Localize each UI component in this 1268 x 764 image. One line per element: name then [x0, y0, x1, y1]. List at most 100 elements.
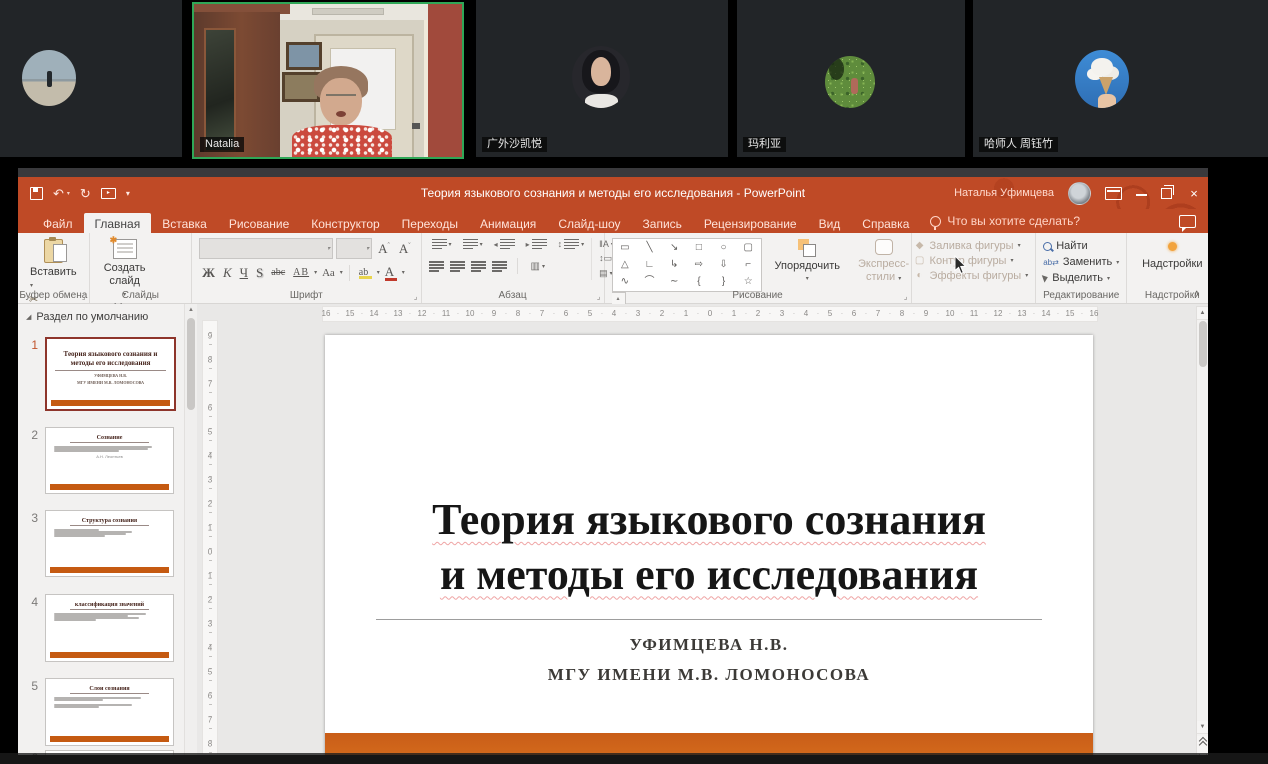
undo-dropdown-icon[interactable]: ▾ [67, 190, 70, 197]
arc-shape-icon[interactable]: ⌒ [645, 277, 655, 287]
align-right-button[interactable] [471, 261, 486, 271]
grow-font-button[interactable]: Аˆ [375, 241, 393, 257]
slide-thumbnail-box[interactable]: Теория языкового сознания и методы его и… [45, 337, 176, 411]
slide-thumbnail-box[interactable]: Слои сознания [45, 678, 174, 746]
v-ruler-number: 2 [203, 500, 217, 509]
slide-author[interactable]: УФИМЦЕВА Н.В. [325, 635, 1093, 655]
font-name-combobox[interactable]: ▾ [199, 238, 333, 259]
participant-tile-1[interactable] [0, 0, 182, 157]
v-ruler-number: 2 [203, 596, 217, 605]
undo-icon[interactable]: ↶ [53, 187, 64, 200]
slide-thumbnail-box[interactable]: Структура сознания [45, 510, 174, 577]
justify-button[interactable] [492, 261, 507, 271]
star-shape-icon[interactable]: ☆ [744, 277, 753, 287]
participant-tile-3[interactable]: 玛利亚 [737, 0, 965, 157]
participant-tile-natalia[interactable]: Natalia [192, 2, 464, 159]
addins-button[interactable]: Надстройки [1134, 238, 1208, 271]
oval-shape-icon[interactable]: ○ [721, 243, 727, 253]
shape-outline-button[interactable]: ▢Контур фигуры▾ [914, 253, 1029, 268]
close-button[interactable]: × [1186, 186, 1202, 201]
rounded-rectangle-shape-icon[interactable]: ▢ [743, 243, 752, 253]
shrink-font-button[interactable]: Аˇ [396, 241, 414, 257]
text-box-shape-icon[interactable]: ▭ [620, 243, 629, 253]
curve-shape-icon[interactable]: ∼ [670, 277, 678, 287]
editing-group: Найти ab⇄Заменить▾ Выделить▾ Редактирова… [1036, 233, 1127, 303]
h-ruler-tick: · [961, 309, 964, 318]
previous-slide-button[interactable] [1197, 736, 1208, 751]
slide-thumbnail-box[interactable]: СознаниеА.Н. Леонтьев [45, 427, 174, 494]
right-brace-shape-icon[interactable]: } [722, 277, 725, 287]
customize-qat-icon[interactable]: ▾ [126, 189, 131, 198]
save-icon[interactable] [30, 187, 43, 200]
text-highlight-button[interactable]: ab [356, 267, 375, 279]
snip-corner-rectangle-shape-icon[interactable]: ⌐ [745, 260, 751, 270]
italic-button[interactable]: К [220, 265, 235, 281]
shape-fill-button[interactable]: ◆Заливка фигуры▾ [914, 238, 1029, 253]
font-dialog-launcher-icon[interactable]: ⌟ [414, 292, 418, 301]
shapes-gallery[interactable]: ▭ ╲ ↘ □ ○ ▢ △ ∟ ↳ ⇨ ⇩ ⌐ ∿ ⌒ ∼ {} ☆ [612, 238, 762, 292]
thumbnail-text-line [54, 450, 119, 452]
slide-affiliation[interactable]: МГУ ИМЕНИ М.В. ЛОМОНОСОВА [325, 665, 1093, 685]
down-arrow-shape-icon[interactable]: ⇩ [719, 260, 727, 270]
select-button[interactable]: Выделить▾ [1043, 270, 1119, 286]
font-color-button[interactable]: А [382, 264, 400, 281]
section-header[interactable]: ◢ Раздел по умолчанию [26, 311, 148, 323]
slide-scrollbar[interactable]: ▲ ▼ [1196, 306, 1208, 755]
shape-effects-icon: ◐ [914, 270, 926, 281]
comments-icon[interactable] [1179, 215, 1196, 228]
slide-thumbnail-box[interactable]: классификация значений [45, 594, 174, 662]
collapse-ribbon-icon[interactable]: ∧ [1193, 288, 1200, 299]
align-left-button[interactable] [429, 261, 444, 271]
bullets-button[interactable]: ▾ [429, 238, 455, 250]
numbering-button[interactable]: ▾ [460, 238, 486, 250]
slide-title[interactable]: Теория языкового сознания и методы его и… [325, 493, 1093, 602]
find-button[interactable]: Найти [1043, 238, 1119, 254]
left-brace-shape-icon[interactable]: { [697, 277, 700, 287]
slideshow-icon[interactable]: ▸ [101, 188, 116, 199]
change-case-button[interactable]: Аа [319, 267, 338, 279]
paragraph-dialog-launcher-icon[interactable]: ⌟ [597, 292, 601, 301]
rectangle-shape-icon[interactable]: □ [696, 243, 702, 253]
shape-effects-button[interactable]: ◐Эффекты фигуры▾ [914, 268, 1029, 283]
scrollbar-thumb[interactable] [1199, 321, 1207, 367]
isosceles-triangle-shape-icon[interactable]: △ [621, 260, 629, 270]
clipboard-dialog-launcher-icon[interactable]: ⌟ [82, 292, 86, 301]
increase-indent-button[interactable]: ▸ [523, 238, 550, 250]
account-name[interactable]: Наталья Уфимцева [954, 187, 1054, 199]
line-shape-icon[interactable]: ╲ [647, 243, 653, 253]
account-avatar[interactable] [1068, 182, 1091, 205]
right-arrow-shape-icon[interactable]: ⇨ [695, 260, 703, 270]
paste-button[interactable]: Вставить ▾ [25, 238, 82, 291]
bold-button[interactable]: Ж [199, 265, 218, 281]
h-ruler-tick: · [337, 309, 340, 318]
bottom-overlay [0, 753, 1268, 764]
slide-canvas[interactable]: Теория языкового сознания и методы его и… [325, 335, 1093, 755]
underline-button[interactable]: Ч [237, 265, 251, 281]
elbow-arrow-connector-shape-icon[interactable]: ↳ [670, 260, 678, 270]
line-arrow-shape-icon[interactable]: ↘ [670, 243, 678, 253]
clipboard-group: Вставить ▾ ✂ ▾ Буфер обмена ⌟ [18, 233, 90, 303]
scroll-down-icon[interactable]: ▼ [1197, 721, 1208, 734]
line-spacing-button[interactable]: ↕▾ [555, 238, 588, 250]
strikethrough-button[interactable]: abc [268, 267, 288, 278]
columns-button[interactable]: ▥▾ [528, 260, 548, 273]
align-center-button[interactable] [450, 261, 465, 271]
panel-scrollbar[interactable]: ▲ [184, 304, 197, 755]
replace-button[interactable]: ab⇄Заменить▾ [1043, 254, 1119, 270]
drawing-dialog-launcher-icon[interactable]: ⌟ [904, 292, 908, 301]
restore-button[interactable] [1161, 188, 1172, 199]
slide-title-divider [376, 619, 1042, 620]
participant-tile-2[interactable]: 广外沙凯悦 [476, 0, 728, 157]
participant-tile-4[interactable]: 哈师人 周钰竹 [973, 0, 1268, 157]
tell-me-box[interactable]: Что вы хотите сделать? [920, 210, 1090, 233]
text-shadow-button[interactable]: S [253, 265, 266, 281]
character-spacing-button[interactable]: АВ [290, 267, 312, 278]
scroll-up-icon[interactable]: ▲ [1197, 307, 1208, 320]
freeform-scribble-shape-icon[interactable]: ∿ [621, 277, 629, 287]
decrease-indent-button[interactable]: ◂ [491, 238, 518, 250]
elbow-connector-shape-icon[interactable]: ∟ [645, 260, 655, 270]
ribbon-display-options-icon[interactable] [1105, 187, 1122, 200]
redo-icon[interactable]: ↻ [80, 187, 91, 200]
minimize-button[interactable] [1136, 194, 1147, 196]
font-size-combobox[interactable]: ▾ [336, 238, 372, 259]
